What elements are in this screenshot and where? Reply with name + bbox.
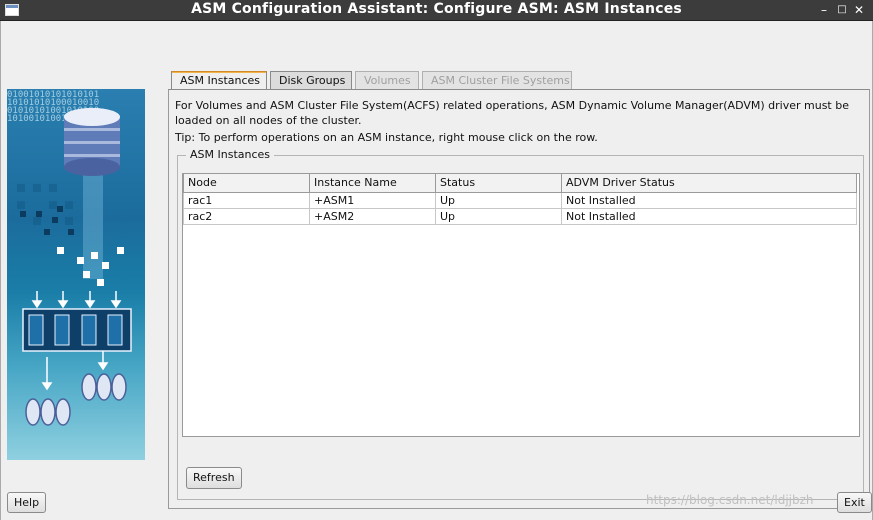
maximize-icon[interactable]: □ — [835, 2, 849, 18]
cell-advm-driver-status[interactable]: Not Installed — [561, 207, 857, 225]
asm-instances-panel: For Volumes and ASM Cluster File System(… — [168, 89, 870, 509]
asm-illustration: 01001010101010101 10101010100010010 0101… — [7, 89, 145, 460]
cell-instance-name[interactable]: +ASM1 — [309, 191, 436, 209]
cell-node[interactable]: rac2 — [183, 207, 310, 225]
tab-asm-cluster-file-systems: ASM Cluster File Systems — [422, 71, 572, 89]
column-header-instance-name[interactable]: Instance Name — [309, 174, 436, 193]
watermark-text: https://blog.csdn.net/ldjjbzh — [646, 493, 814, 507]
column-header-status[interactable]: Status — [435, 174, 562, 193]
disk-array-icon — [22, 308, 132, 352]
column-header-advm-driver-status[interactable]: ADVM Driver Status — [561, 174, 857, 193]
cell-advm-driver-status[interactable]: Not Installed — [561, 191, 857, 209]
tab-disk-groups[interactable]: Disk Groups — [270, 71, 352, 89]
column-header-node[interactable]: Node — [183, 174, 310, 193]
cell-status[interactable]: Up — [435, 191, 562, 209]
tip-text: Tip: To perform operations on an ASM ins… — [175, 131, 598, 144]
table-row[interactable]: rac2 +ASM2 Up Not Installed — [183, 207, 857, 225]
window-titlebar: ASM Configuration Assistant: Configure A… — [0, 0, 873, 21]
group-title: ASM Instances — [186, 148, 275, 161]
window-title: ASM Configuration Assistant: Configure A… — [191, 1, 682, 17]
advm-info-text: For Volumes and ASM Cluster File System(… — [175, 99, 849, 127]
help-button[interactable]: Help — [7, 492, 47, 513]
asm-instances-group: ASM Instances Node Instance Name Status … — [177, 148, 864, 500]
tab-volumes: Volumes — [355, 71, 419, 89]
minimize-icon[interactable]: – — [817, 2, 831, 18]
asm-instances-table-area[interactable]: Node Instance Name Status ADVM Driver St… — [182, 173, 860, 437]
database-icon — [64, 108, 120, 176]
table-header-row: Node Instance Name Status ADVM Driver St… — [183, 174, 857, 193]
asm-instances-table[interactable]: Node Instance Name Status ADVM Driver St… — [183, 174, 857, 225]
disk-stack-icon — [25, 373, 127, 426]
exit-button[interactable]: Exit — [837, 492, 872, 513]
table-row[interactable]: rac1 +ASM1 Up Not Installed — [183, 191, 857, 209]
storage-graphic — [17, 108, 132, 426]
cell-node[interactable]: rac1 — [183, 191, 310, 209]
cell-status[interactable]: Up — [435, 207, 562, 225]
window-content: 01001010101010101 10101010100010010 0101… — [0, 21, 873, 520]
cell-instance-name[interactable]: +ASM2 — [309, 207, 436, 225]
tab-asm-instances[interactable]: ASM Instances — [171, 71, 267, 89]
refresh-button[interactable]: Refresh — [186, 467, 242, 489]
close-icon[interactable]: ✕ — [852, 2, 866, 18]
